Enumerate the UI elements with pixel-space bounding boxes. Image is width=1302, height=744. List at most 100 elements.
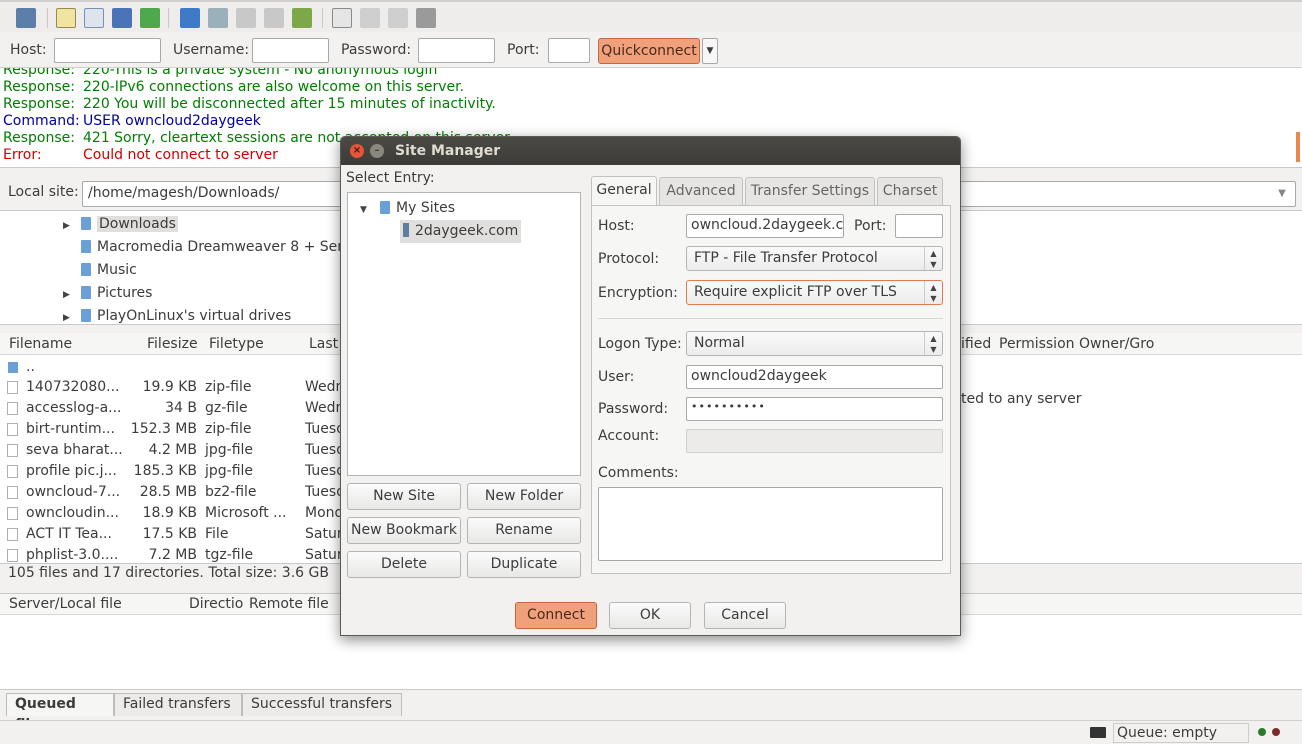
tree-item-macromedia[interactable]: Macromedia Dreamweaver 8 + Serial <box>63 237 359 258</box>
protocol-select[interactable]: FTP - File Transfer Protocol ▲ ▼ <box>686 246 943 271</box>
tree-item-site[interactable]: 2daygeek.com <box>400 220 522 243</box>
tree-item-playonlinux[interactable]: ▶ PlayOnLinux's virtual drives <box>63 306 291 327</box>
cancel-button[interactable]: Cancel <box>704 602 786 629</box>
file-row[interactable]: accesslog-a... 34 Bgz-file Wedn <box>0 398 344 419</box>
account-label: Account: <box>598 428 660 444</box>
tree-item-music[interactable]: Music <box>63 260 137 281</box>
expander-icon[interactable]: ▼ <box>360 199 380 221</box>
folder-icon <box>81 240 91 253</box>
folder-icon <box>81 217 91 230</box>
chevron-down-icon[interactable]: ▼ <box>1270 182 1294 206</box>
tab-queued-files[interactable]: Queued files <box>6 693 114 733</box>
column-last-modified[interactable]: Last <box>309 336 338 352</box>
spinner-icon: ▲ ▼ <box>924 281 942 304</box>
tab-charset[interactable]: Charset <box>877 177 943 206</box>
password-input[interactable]: •••••••••• <box>686 397 943 421</box>
dialog-titlebar[interactable]: × – Site Manager <box>341 137 960 165</box>
log-scrollbar[interactable] <box>1296 132 1300 162</box>
tab-transfer-settings[interactable]: Transfer Settings <box>745 177 875 206</box>
directory-tree-icon[interactable] <box>84 8 104 28</box>
remote-column-owner[interactable]: Owner/Gro <box>1079 336 1154 352</box>
remote-column-permission[interactable]: Permission <box>999 336 1075 352</box>
delete-button[interactable]: Delete <box>347 551 461 578</box>
file-icon <box>7 528 18 541</box>
compare-icon[interactable] <box>360 8 380 28</box>
tab-advanced[interactable]: Advanced <box>659 177 743 206</box>
reconnect-icon[interactable] <box>292 8 312 28</box>
column-filename[interactable]: Filename <box>9 336 72 352</box>
directory-filter-icon[interactable] <box>332 8 352 28</box>
connect-button[interactable]: Connect <box>515 602 597 629</box>
tree-item-pictures[interactable]: ▶ Pictures <box>63 283 152 304</box>
column-server-local-file[interactable]: Server/Local file <box>9 596 122 612</box>
file-row[interactable]: ACT IT Tea... 17.5 KB File Satur <box>0 524 343 545</box>
user-input[interactable]: owncloud2daygeek <box>686 365 943 389</box>
username-input[interactable] <box>252 38 329 63</box>
file-icon <box>7 507 18 520</box>
tab-general[interactable]: General <box>591 176 657 206</box>
close-icon[interactable]: × <box>350 144 364 158</box>
new-site-button[interactable]: New Site <box>347 483 461 510</box>
message-log-icon[interactable] <box>56 8 76 28</box>
file-row[interactable]: phplist-3.0.... 7.2 MB tgz-file Satur <box>0 545 343 563</box>
logon-type-select[interactable]: Normal ▲ ▼ <box>686 331 943 356</box>
minimize-icon[interactable]: – <box>370 144 384 158</box>
column-filesize[interactable]: Filesize <box>147 336 198 352</box>
site-manager-dialog: × – Site Manager Select Entry: ▼ My Sites… <box>340 136 961 636</box>
new-bookmark-button[interactable]: New Bookmark <box>347 517 461 544</box>
speed-limit-icon[interactable] <box>1090 727 1106 738</box>
comments-textarea[interactable] <box>598 487 943 561</box>
refresh-icon[interactable] <box>180 8 200 28</box>
select-entry-label: Select Entry: <box>346 170 435 186</box>
column-remote-file[interactable]: Remote file <box>249 596 329 612</box>
new-folder-button[interactable]: New Folder <box>467 483 581 510</box>
toolbar-separator <box>47 8 48 28</box>
local-site-label: Local site: <box>8 184 79 200</box>
file-row[interactable]: profile pic.j... 185.3 KB jpg-file Tuesd <box>0 461 345 482</box>
rename-button[interactable]: Rename <box>467 517 581 544</box>
transfer-queue-icon[interactable] <box>140 8 160 28</box>
file-row[interactable]: owncloud-7... 28.5 MB bz2-file Tuesd <box>0 482 345 503</box>
process-queue-icon[interactable] <box>208 8 228 28</box>
port-label: Port: <box>507 42 540 58</box>
spinner-icon: ▲ ▼ <box>924 247 942 270</box>
file-row[interactable]: birt-runtim... 152.3 MB zip-file Tuesd <box>0 419 345 440</box>
quickconnect-dropdown-button[interactable]: ▼ <box>702 38 718 64</box>
remote-tree-icon[interactable] <box>112 8 132 28</box>
file-icon <box>7 381 18 394</box>
site-manager-icon[interactable] <box>16 8 36 28</box>
disconnect-icon[interactable] <box>264 8 284 28</box>
column-filetype[interactable]: Filetype <box>209 336 264 352</box>
log-line: Response: 220-IPv6 connections are also w… <box>3 79 465 95</box>
password-input[interactable] <box>418 38 495 63</box>
tree-item-downloads[interactable]: ▶ Downloads <box>63 214 178 235</box>
file-icon <box>7 486 18 499</box>
port-input[interactable] <box>895 214 943 238</box>
port-input[interactable] <box>548 38 590 63</box>
password-label: Password: <box>598 401 669 417</box>
quickconnect-button[interactable]: Quickconnect <box>598 38 700 64</box>
column-direction[interactable]: Directio <box>189 596 243 612</box>
tab-successful-transfers[interactable]: Successful transfers <box>242 693 402 716</box>
file-row[interactable]: .. <box>0 357 340 378</box>
log-line: Error: Could not connect to server <box>3 147 278 163</box>
sync-browse-icon[interactable] <box>388 8 408 28</box>
ok-button[interactable]: OK <box>609 602 691 629</box>
encryption-select[interactable]: Require explicit FTP over TLS ▲ ▼ <box>686 280 943 305</box>
host-input[interactable] <box>54 38 161 63</box>
file-row[interactable]: 140732080... 19.9 KB zip-file Wedn <box>0 377 344 398</box>
search-icon[interactable] <box>416 8 436 28</box>
queue-status: Queue: empty <box>1113 723 1249 743</box>
expander-icon[interactable]: ▶ <box>63 285 81 306</box>
cancel-icon[interactable] <box>236 8 256 28</box>
duplicate-button[interactable]: Duplicate <box>467 551 581 578</box>
tree-item-my-sites[interactable]: ▼ My Sites <box>360 197 455 221</box>
tab-failed-transfers[interactable]: Failed transfers <box>114 693 242 716</box>
port-label: Port: <box>854 218 887 234</box>
host-input[interactable]: owncloud.2daygeek.co <box>686 214 844 238</box>
remote-column-modified[interactable]: ified <box>961 336 991 352</box>
expander-icon[interactable]: ▶ <box>63 216 81 237</box>
file-row[interactable]: owncloudin... 18.9 KB Microsoft ... Mond <box>0 503 343 524</box>
expander-icon[interactable]: ▶ <box>63 308 81 329</box>
file-row[interactable]: seva bharat... 4.2 MB jpg-file Tuesd <box>0 440 345 461</box>
